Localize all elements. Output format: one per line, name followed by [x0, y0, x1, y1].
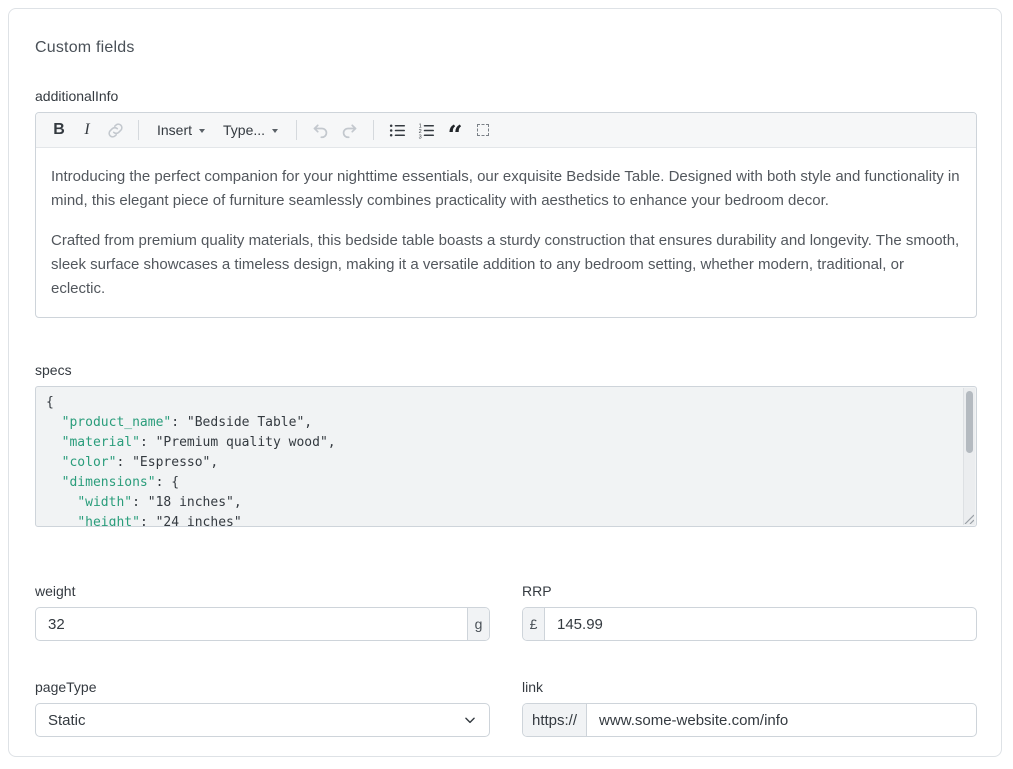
resize-handle-icon[interactable]	[964, 514, 974, 524]
weight-input-group: g	[35, 607, 490, 641]
italic-button[interactable]: I	[74, 117, 100, 143]
link-input[interactable]	[587, 704, 976, 736]
link-field: link https://	[522, 679, 977, 737]
undo-button[interactable]	[307, 117, 334, 143]
code-line: "product_name": "Bedside Table",	[46, 413, 952, 433]
numbered-list-button[interactable]: 1 2 3	[413, 117, 440, 143]
link-label: link	[522, 679, 977, 695]
weight-unit-addon: g	[467, 608, 489, 640]
code-line: "material": "Premium quality wood",	[46, 433, 952, 453]
link-button[interactable]	[102, 117, 128, 143]
rrp-input-group: £	[522, 607, 977, 641]
specs-field: specs { "product_name": "Bedside Table",…	[35, 362, 977, 527]
code-line: {	[46, 393, 952, 413]
rich-text-editor: B I Insert Type...	[35, 112, 977, 318]
editor-content[interactable]: Introducing the perfect companion for yo…	[36, 148, 976, 317]
rrp-input[interactable]	[545, 608, 976, 640]
rrp-field: RRP £	[522, 583, 977, 641]
page-type-selected-value: Static	[48, 712, 86, 729]
bullet-list-icon	[388, 121, 407, 140]
insert-dropdown-label: Insert	[157, 122, 192, 138]
dashed-square-icon	[477, 124, 489, 136]
chevron-down-icon	[199, 129, 205, 133]
svg-text:3: 3	[419, 134, 422, 140]
weight-label: weight	[35, 583, 490, 599]
redo-button[interactable]	[336, 117, 363, 143]
page-type-select[interactable]: Static	[35, 703, 490, 737]
page-type-field: pageType Static	[35, 679, 490, 737]
toolbar-divider	[138, 120, 139, 140]
field-row: pageType Static link https://	[35, 679, 977, 737]
insert-dropdown[interactable]: Insert	[149, 117, 213, 143]
code-line: "color": "Espresso",	[46, 453, 952, 473]
chevron-down-icon	[272, 129, 278, 133]
blockquote-button[interactable]: “	[442, 117, 468, 143]
type-dropdown[interactable]: Type...	[215, 117, 286, 143]
custom-fields-card: Custom fields additionalInfo B I Inse	[8, 8, 1002, 757]
toolbar-divider	[296, 120, 297, 140]
weight-field: weight g	[35, 583, 490, 641]
chevron-down-icon	[463, 713, 477, 727]
page-title: Custom fields	[35, 39, 977, 57]
page-type-label: pageType	[35, 679, 490, 695]
protocol-addon: https://	[523, 704, 587, 736]
type-dropdown-label: Type...	[223, 122, 265, 138]
specs-code-editor[interactable]: { "product_name": "Bedside Table", "mate…	[35, 386, 977, 527]
currency-addon: £	[523, 608, 545, 640]
editor-toolbar: B I Insert Type...	[36, 113, 976, 148]
rrp-label: RRP	[522, 583, 977, 599]
block-button[interactable]	[470, 117, 496, 143]
code-line: "dimensions": {	[46, 473, 952, 493]
undo-icon	[311, 121, 330, 140]
bold-button[interactable]: B	[46, 117, 72, 143]
toolbar-divider	[373, 120, 374, 140]
weight-input[interactable]	[36, 608, 467, 640]
code-line: "height": "24 inches"	[46, 513, 952, 527]
specs-label: specs	[35, 362, 977, 378]
scrollbar-track[interactable]	[963, 388, 975, 525]
editor-paragraph: Introducing the perfect companion for yo…	[51, 165, 961, 213]
redo-icon	[340, 121, 359, 140]
scrollbar-thumb[interactable]	[966, 391, 973, 453]
field-row: weight g RRP £	[35, 583, 977, 641]
code-line: "width": "18 inches",	[46, 493, 952, 513]
bullet-list-button[interactable]	[384, 117, 411, 143]
link-icon	[107, 122, 124, 139]
additional-info-label: additionalInfo	[35, 88, 977, 104]
editor-paragraph: Crafted from premium quality materials, …	[51, 229, 961, 301]
numbered-list-icon: 1 2 3	[417, 121, 436, 140]
additional-info-field: additionalInfo B I Insert	[35, 88, 977, 318]
link-input-group: https://	[522, 703, 977, 737]
